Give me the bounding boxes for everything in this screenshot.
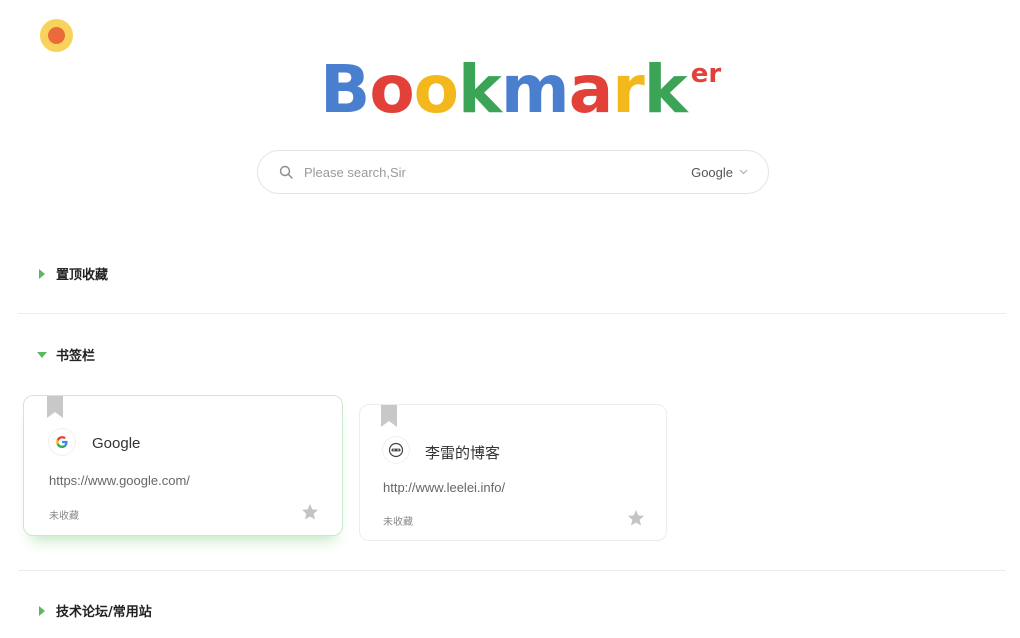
- section-header-bookmarks-bar[interactable]: 书签栏: [37, 345, 95, 364]
- logo-letter: o: [369, 51, 414, 128]
- bookmark-status: 未收藏: [383, 517, 413, 528]
- section-label: 书签栏: [56, 349, 96, 364]
- bookmark-title: 李雷的博客: [425, 445, 501, 462]
- bookmarker-logo: B o o k m a r k er: [320, 55, 721, 123]
- google-logo-icon: [49, 429, 75, 455]
- search-engine-label: Google: [691, 164, 733, 180]
- section-label: 技术论坛/常用站: [56, 605, 152, 620]
- bookmark-url: https://www.google.com/: [49, 473, 190, 488]
- search-engine-select[interactable]: Google: [691, 165, 748, 180]
- section-header-tech-forums[interactable]: 技术论坛/常用站: [37, 601, 152, 620]
- bookmark-ribbon-icon: [47, 396, 63, 418]
- bookmark-ribbon-icon: [381, 405, 397, 427]
- logo-letter: a: [568, 51, 614, 128]
- bookmark-url: http://www.leelei.info/: [383, 480, 506, 495]
- bookmark-status: 未收藏: [49, 511, 79, 522]
- section-divider: [18, 313, 1006, 314]
- logo-letter: k: [458, 51, 502, 128]
- logo-letter: r: [612, 51, 645, 128]
- logo-letter: o: [413, 51, 459, 128]
- logo-suffix: er: [690, 59, 722, 89]
- search-bar: Google: [257, 150, 769, 194]
- bookmark-title: Google: [92, 435, 141, 452]
- chevron-down-icon: [739, 169, 748, 175]
- caret-right-icon: [37, 605, 47, 616]
- logo-letter: k: [643, 51, 688, 128]
- caret-down-icon: [37, 350, 47, 360]
- app-indicator-inner: [48, 27, 65, 44]
- logo-letter: m: [500, 51, 570, 128]
- section-header-pinned[interactable]: 置顶收藏: [37, 264, 108, 283]
- search-icon: [276, 162, 296, 182]
- section-divider: [18, 570, 1006, 571]
- section-label: 置顶收藏: [56, 268, 109, 283]
- logo-letter: B: [320, 51, 370, 128]
- bookmark-card-leelei-blog[interactable]: 李雷的博客 http://www.leelei.info/ 未收藏: [359, 404, 667, 541]
- star-icon[interactable]: [627, 509, 645, 527]
- blog-favicon-icon: [383, 437, 409, 463]
- bookmark-card-google[interactable]: Google https://www.google.com/ 未收藏: [23, 395, 343, 536]
- search-input[interactable]: [304, 164, 692, 180]
- star-icon[interactable]: [301, 503, 319, 521]
- caret-right-icon: [37, 268, 47, 279]
- app-indicator-icon[interactable]: [40, 19, 73, 52]
